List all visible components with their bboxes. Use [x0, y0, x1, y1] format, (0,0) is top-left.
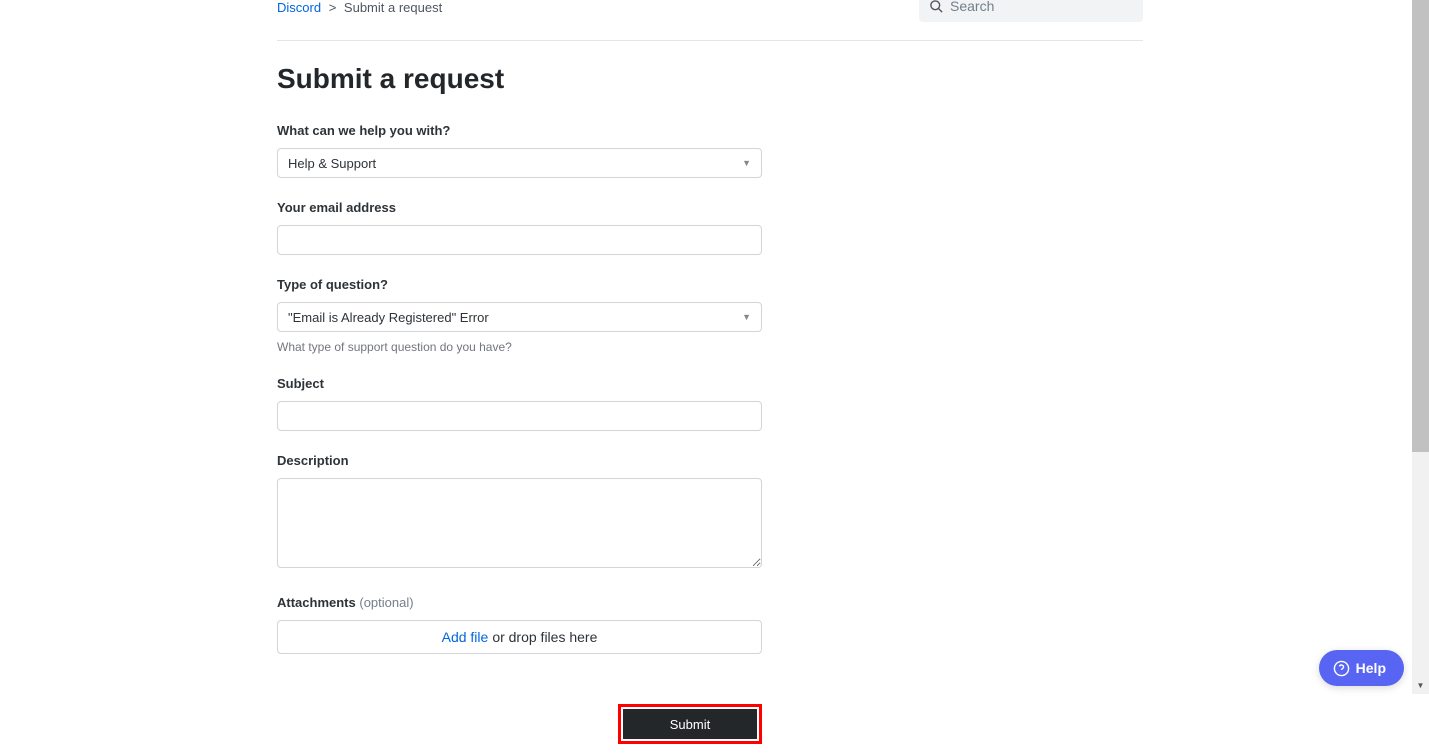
scrollbar-vertical[interactable]: ▲ ▼: [1412, 0, 1429, 694]
field-description: Description: [277, 453, 762, 573]
select-question-type-value: "Email is Already Registered" Error: [288, 310, 489, 325]
label-attachments: Attachments (optional): [277, 595, 762, 610]
field-subject: Subject: [277, 376, 762, 431]
email-input[interactable]: [277, 225, 762, 255]
submit-row: Submit: [277, 704, 762, 754]
label-attachments-text: Attachments: [277, 595, 356, 610]
label-email: Your email address: [277, 200, 762, 215]
breadcrumb-current: Submit a request: [344, 0, 442, 15]
label-help-with: What can we help you with?: [277, 123, 762, 138]
topbar: Discord > Submit a request: [277, 0, 1143, 41]
page-title: Submit a request: [277, 63, 1143, 95]
label-description: Description: [277, 453, 762, 468]
help-icon: [1333, 660, 1350, 677]
scrollbar-down-arrow[interactable]: ▼: [1412, 677, 1429, 694]
search-icon: [929, 0, 944, 14]
hint-question-type: What type of support question do you hav…: [277, 340, 762, 354]
select-help-with[interactable]: Help & Support ▼: [277, 148, 762, 178]
select-help-with-value: Help & Support: [288, 156, 376, 171]
chevron-down-icon: ▼: [742, 158, 751, 168]
field-email: Your email address: [277, 200, 762, 255]
request-form: What can we help you with? Help & Suppor…: [277, 123, 762, 754]
submit-highlight: Submit: [618, 704, 762, 744]
search-input[interactable]: [950, 0, 1133, 14]
description-textarea[interactable]: [277, 478, 762, 568]
breadcrumb: Discord > Submit a request: [277, 0, 442, 15]
field-attachments: Attachments (optional) Add file or drop …: [277, 595, 762, 654]
breadcrumb-root-link[interactable]: Discord: [277, 0, 321, 15]
search-box[interactable]: [919, 0, 1143, 22]
label-subject: Subject: [277, 376, 762, 391]
label-attachments-optional: (optional): [359, 595, 413, 610]
submit-button[interactable]: Submit: [623, 709, 757, 739]
subject-input[interactable]: [277, 401, 762, 431]
help-widget[interactable]: Help: [1319, 650, 1404, 686]
scrollbar-thumb[interactable]: [1412, 0, 1429, 452]
label-question-type: Type of question?: [277, 277, 762, 292]
field-question-type: Type of question? "Email is Already Regi…: [277, 277, 762, 354]
help-widget-label: Help: [1356, 660, 1386, 676]
attachments-dropzone[interactable]: Add file or drop files here: [277, 620, 762, 654]
drop-files-text: or drop files here: [492, 629, 597, 645]
chevron-down-icon: ▼: [742, 312, 751, 322]
breadcrumb-separator: >: [329, 0, 337, 15]
field-help-with: What can we help you with? Help & Suppor…: [277, 123, 762, 178]
select-question-type[interactable]: "Email is Already Registered" Error ▼: [277, 302, 762, 332]
add-file-link[interactable]: Add file: [442, 629, 489, 645]
